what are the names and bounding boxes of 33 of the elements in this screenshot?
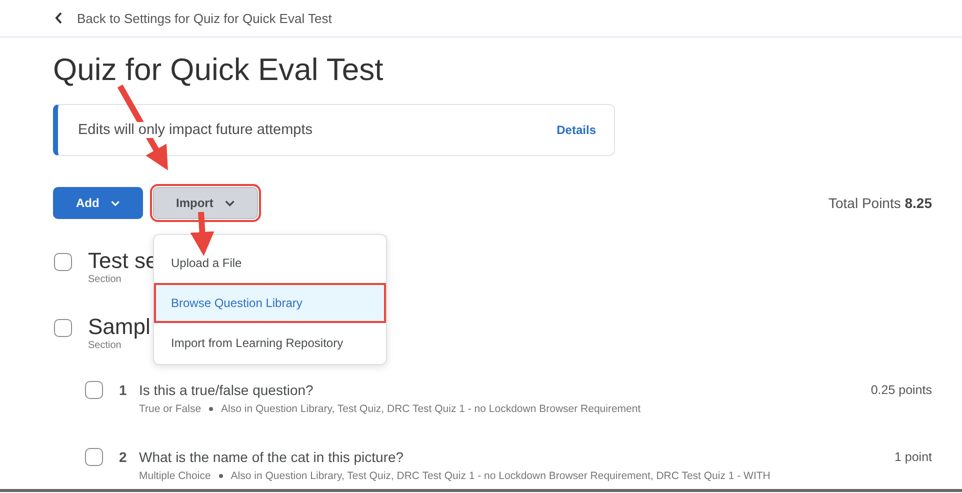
question-also-in: Also in Question Library, Test Quiz, DRC Test Quiz 1 - no Lockdown Browser Requirement bbox=[221, 403, 641, 415]
section-title: Sampl bbox=[88, 314, 150, 340]
chevron-down-icon bbox=[225, 200, 235, 206]
chevron-down-icon bbox=[111, 200, 120, 206]
checkbox[interactable] bbox=[54, 253, 72, 271]
section-label: Section bbox=[88, 340, 122, 351]
alert-message: Edits will only impact future attempts bbox=[78, 122, 313, 138]
question-points: 0.25 points bbox=[870, 382, 932, 399]
checkbox[interactable] bbox=[85, 381, 103, 399]
question-text: What is the name of the cat in this picture? bbox=[139, 448, 404, 467]
menu-item[interactable]: Upload a File bbox=[154, 243, 386, 283]
checkbox[interactable] bbox=[54, 319, 72, 337]
question-also-in: Also in Question Library, Test Quiz, DRC Test Quiz 1 - no Lockdown Browser Requirement, DRC Test Quiz 1 - WITH bbox=[230, 470, 770, 482]
total-points: Total Points 8.25 bbox=[828, 195, 932, 211]
page-title: Quiz for Quick Eval Test bbox=[53, 52, 384, 88]
annotation-arrow bbox=[190, 212, 214, 256]
checkbox[interactable] bbox=[85, 448, 103, 466]
question-points: 1 point bbox=[894, 449, 932, 466]
question-number: 1 bbox=[119, 381, 128, 400]
menu-item[interactable]: Import from Learning Repository bbox=[154, 323, 386, 363]
details-link[interactable]: Details bbox=[556, 123, 596, 137]
bullet-icon bbox=[209, 407, 214, 411]
bullet-icon bbox=[218, 474, 223, 478]
question-type: Multiple Choice bbox=[139, 470, 211, 482]
menu-item[interactable]: Browse Question Library bbox=[154, 283, 386, 323]
chevron-left-icon bbox=[55, 12, 63, 24]
question-number: 2 bbox=[119, 448, 128, 467]
question-text: Is this a true/false question? bbox=[139, 381, 314, 400]
section-label: Section bbox=[88, 274, 122, 285]
import-button[interactable]: Import bbox=[153, 187, 258, 219]
question-type: True or False bbox=[139, 403, 202, 415]
back-link[interactable]: Back to Settings for Quiz for Quick Eval Test bbox=[55, 10, 332, 26]
add-button[interactable]: Add bbox=[53, 187, 143, 219]
